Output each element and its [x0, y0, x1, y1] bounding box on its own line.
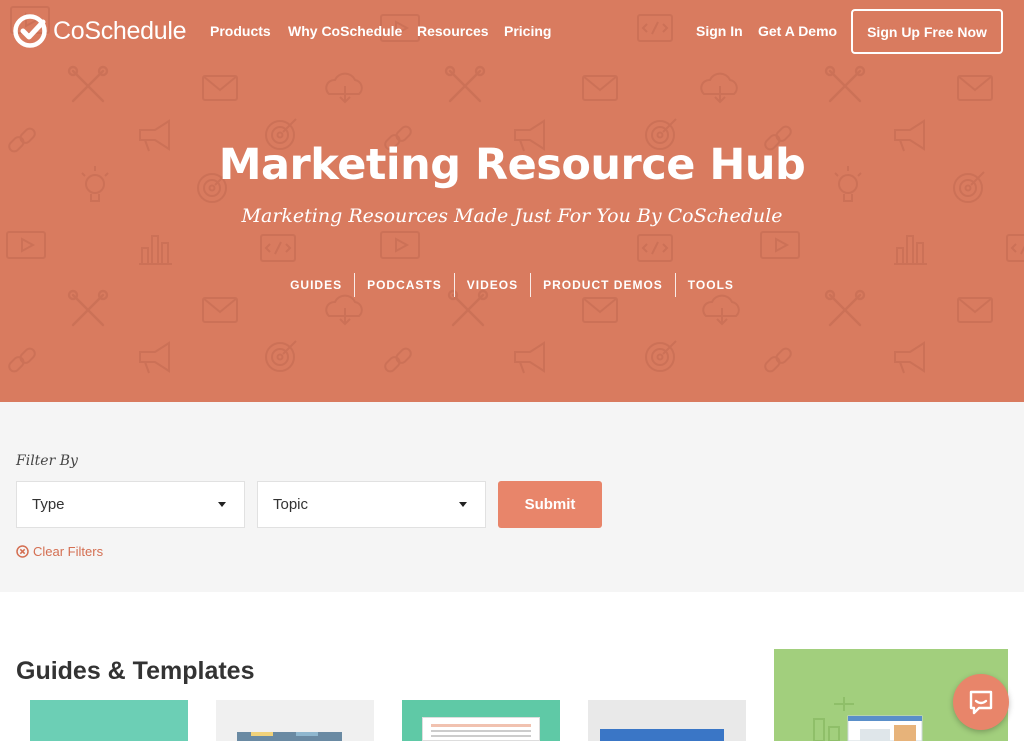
card-thumbnail-accent	[296, 732, 318, 736]
nav-get-a-demo[interactable]: Get A Demo	[758, 23, 837, 39]
guide-card[interactable]	[588, 700, 746, 741]
document-line	[431, 735, 531, 737]
top-navigation: CoSchedule Products Why CoSchedule Resou…	[0, 0, 1024, 64]
card-thumbnail-bar	[600, 729, 724, 741]
chat-button[interactable]	[953, 674, 1009, 730]
topic-select-value: Topic	[273, 496, 309, 513]
nav-sign-in[interactable]: Sign In	[696, 23, 743, 39]
clear-filters-link[interactable]: Clear Filters	[16, 544, 103, 559]
guides-section-title: Guides & Templates	[16, 657, 255, 685]
chat-bubble-icon	[969, 690, 993, 715]
card-thumbnail-document	[422, 717, 540, 741]
type-select[interactable]: Type	[16, 481, 245, 528]
logo-check-icon	[13, 14, 47, 48]
tab-product-demos[interactable]: PRODUCT DEMOS	[531, 278, 675, 292]
filter-panel: Filter By Type Topic Submit Clear Filter…	[0, 402, 1024, 592]
nav-pricing[interactable]: Pricing	[504, 23, 551, 39]
caret-down-icon	[218, 502, 226, 507]
clear-filters-label: Clear Filters	[33, 544, 104, 559]
close-circle-icon	[16, 545, 29, 558]
document-line	[431, 730, 531, 732]
card-thumbnail-accent	[251, 732, 273, 736]
guide-card[interactable]	[402, 700, 560, 741]
tab-guides[interactable]: GUIDES	[278, 278, 354, 292]
submit-button[interactable]: Submit	[498, 481, 602, 528]
page-subtitle: Marketing Resources Made Just For You By…	[241, 205, 783, 227]
type-select-value: Type	[32, 496, 65, 513]
caret-down-icon	[459, 502, 467, 507]
nav-why-coschedule[interactable]: Why CoSchedule	[288, 23, 402, 39]
tab-podcasts[interactable]: PODCASTS	[355, 278, 454, 292]
nav-resources[interactable]: Resources	[417, 23, 489, 39]
document-line	[431, 724, 531, 727]
page-title: Marketing Resource Hub	[218, 140, 806, 190]
tab-videos[interactable]: VIDEOS	[455, 278, 530, 292]
nav-products[interactable]: Products	[210, 23, 271, 39]
filter-by-label: Filter By	[16, 453, 78, 469]
guide-card[interactable]	[216, 700, 374, 741]
tab-tools[interactable]: TOOLS	[676, 278, 746, 292]
hero-banner: CoSchedule Products Why CoSchedule Resou…	[0, 0, 1024, 402]
sign-up-free-button[interactable]: Sign Up Free Now	[851, 9, 1003, 54]
logo-text: CoSchedule	[53, 16, 187, 45]
guide-card[interactable]	[30, 700, 188, 741]
coschedule-logo[interactable]: CoSchedule	[13, 14, 187, 48]
resource-type-tabs: GUIDES PODCASTS VIDEOS PRODUCT DEMOS TOO…	[0, 273, 1024, 297]
topic-select[interactable]: Topic	[257, 481, 486, 528]
